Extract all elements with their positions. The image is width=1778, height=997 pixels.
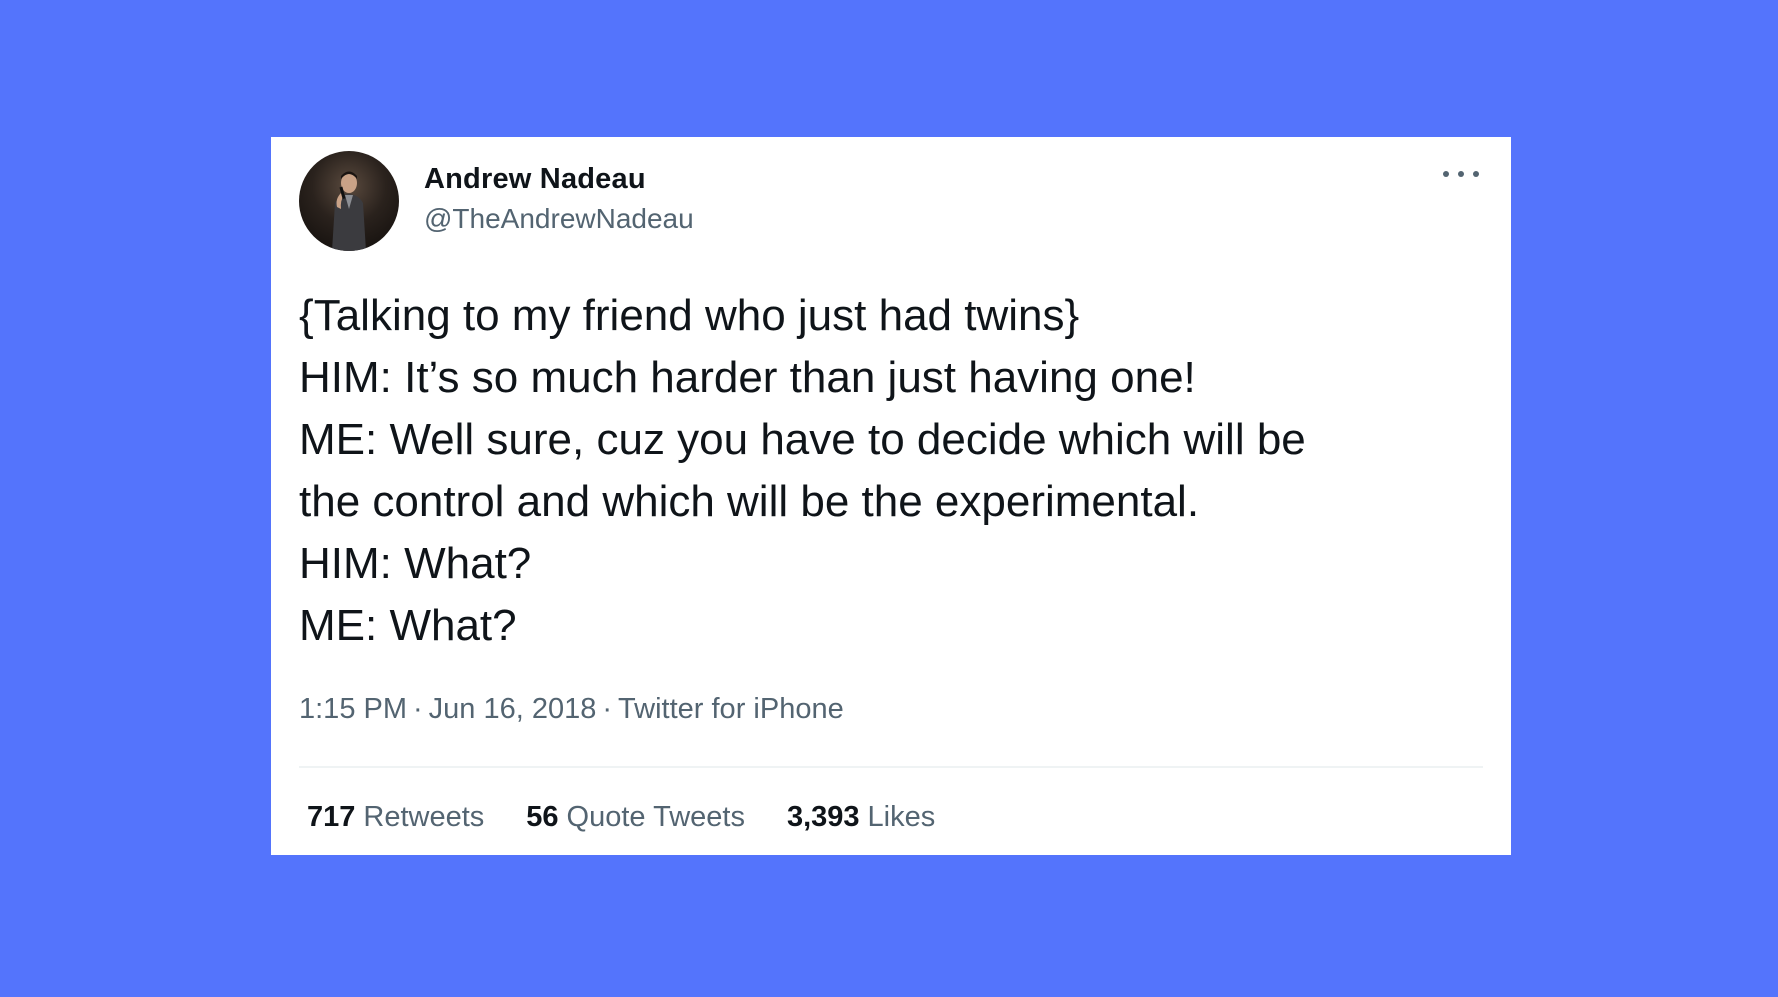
divider <box>299 766 1483 768</box>
more-horizontal-icon[interactable] <box>1443 165 1479 183</box>
tweet-source[interactable]: Twitter for iPhone <box>618 693 844 725</box>
tweet-text-line: {Talking to my friend who just had twins… <box>299 291 1080 340</box>
meta-separator: · <box>602 693 613 725</box>
tweet-text: {Talking to my friend who just had twins… <box>299 285 1479 657</box>
more-dot <box>1443 171 1449 177</box>
more-dot <box>1473 171 1479 177</box>
tweet-text-line: ME: What? <box>299 601 517 650</box>
quote-tweets-count: 56 <box>526 801 559 833</box>
likes-label: Likes <box>867 801 936 833</box>
tweet-card: Andrew Nadeau @TheAndrewNadeau {Talking … <box>271 137 1511 855</box>
avatar[interactable] <box>299 151 399 251</box>
retweets-count: 717 <box>307 801 356 833</box>
meta-separator: · <box>413 693 423 725</box>
author-handle[interactable]: @TheAndrewNadeau <box>424 203 694 235</box>
retweets-stat[interactable]: 717 Retweets <box>307 801 484 834</box>
more-dot <box>1458 171 1464 177</box>
tweet-stats: 717 Retweets 56 Quote Tweets 3,393 Likes <box>307 801 935 834</box>
likes-count: 3,393 <box>786 801 860 833</box>
tweet-time[interactable]: 1:15 PM <box>299 693 407 725</box>
retweets-label: Retweets <box>363 801 485 833</box>
quote-tweets-label: Quote Tweets <box>566 801 745 833</box>
author-display-name[interactable]: Andrew Nadeau <box>424 163 646 196</box>
quote-tweets-stat[interactable]: 56 Quote Tweets <box>526 801 745 834</box>
tweet-date[interactable]: Jun 16, 2018 <box>429 693 597 725</box>
tweet-text-line: ME: Well sure, cuz you have to decide wh… <box>299 415 1306 464</box>
tweet-text-line: HIM: What? <box>299 539 532 588</box>
tweet-text-line: HIM: It’s so much harder than just havin… <box>299 353 1196 402</box>
tweet-text-line: the control and which will be the experi… <box>299 477 1200 526</box>
avatar-photo-icon <box>332 171 366 251</box>
tweet-metadata: 1:15 PM · Jun 16, 2018 · Twitter for iPhone <box>299 693 844 726</box>
likes-stat[interactable]: 3,393 Likes <box>787 801 935 834</box>
